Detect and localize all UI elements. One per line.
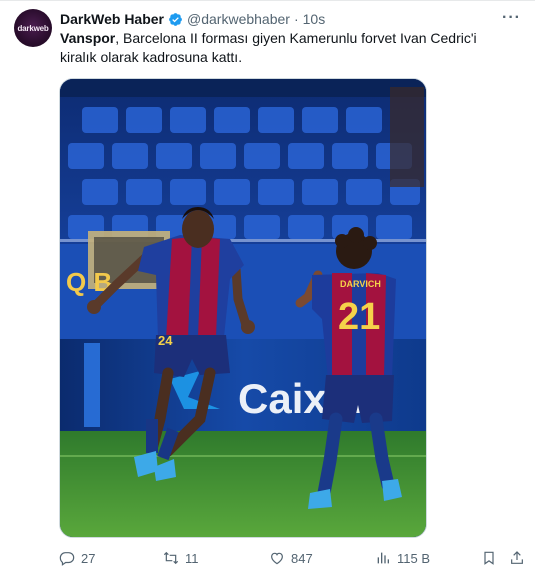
tweet-text: Vanspor, Barcelona II forması giyen Kame… (60, 29, 500, 67)
avatar-logo-text: darkweb (17, 23, 49, 33)
tweet-actions: 27 11 847 115 B (59, 549, 525, 567)
separator-dot: · (293, 11, 299, 27)
user-handle[interactable]: @darkwebhaber (187, 11, 290, 27)
tweet[interactable]: darkweb DarkWeb Haber @darkwebhaber · 10… (0, 0, 535, 572)
views-icon (377, 552, 389, 564)
like-icon (271, 552, 283, 565)
player-left-number: 24 (158, 333, 173, 348)
reply-button[interactable]: 27 (59, 549, 95, 567)
retweet-button[interactable]: 11 (163, 549, 199, 567)
bookmark-button[interactable] (481, 549, 503, 567)
player-right-number: 21 (338, 296, 380, 338)
more-icon[interactable]: ··· (502, 9, 521, 27)
timestamp[interactable]: 10s (303, 11, 326, 27)
share-icon (511, 551, 523, 564)
views-count: 115 B (397, 550, 431, 566)
football-photo: Q B CaixaB 24 DARVICH 21 (60, 79, 426, 537)
views-button[interactable]: 115 B (375, 549, 430, 567)
bookmark-icon (484, 551, 494, 565)
retweet-count: 11 (185, 550, 199, 566)
tweet-text-body: , Barcelona II forması giyen Kamerunlu f… (60, 30, 477, 65)
pitch (60, 431, 426, 537)
share-button[interactable] (509, 549, 531, 567)
reply-count: 27 (81, 550, 96, 566)
like-count: 847 (291, 550, 313, 566)
tweet-text-lead: Vanspor (60, 30, 116, 46)
like-button[interactable]: 847 (269, 549, 313, 567)
player-right-name: DARVICH (340, 279, 381, 289)
reply-icon (59, 552, 75, 566)
verified-badge-icon (169, 12, 182, 26)
avatar[interactable]: darkweb (14, 9, 52, 47)
retweet-icon (163, 551, 179, 565)
display-name[interactable]: DarkWeb Haber (60, 11, 164, 27)
tweet-header: DarkWeb Haber @darkwebhaber · 10s ··· (60, 9, 521, 28)
tweet-photo[interactable]: Q B CaixaB 24 DARVICH 21 (59, 78, 427, 538)
